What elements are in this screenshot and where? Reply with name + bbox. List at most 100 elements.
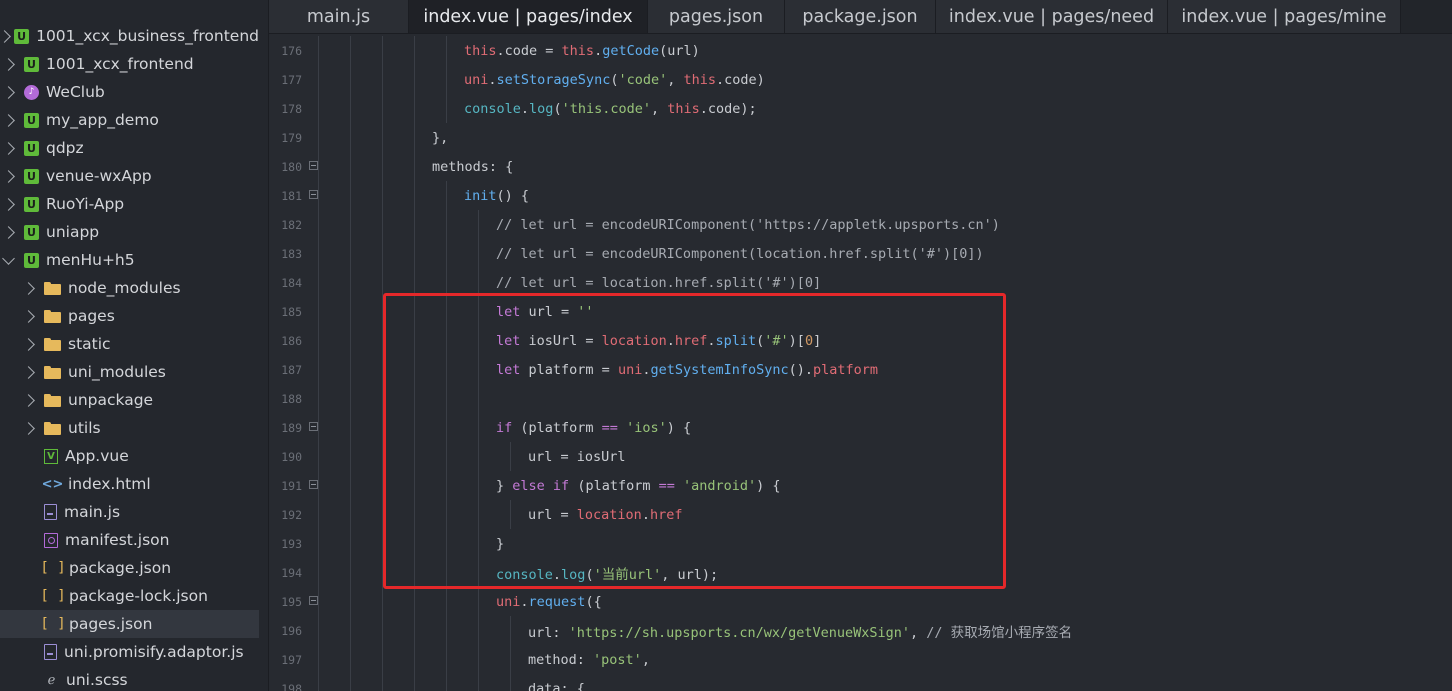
code-line[interactable]: 186 let iosUrl = location.href.split('#')… — [269, 326, 1452, 355]
indent-guide — [318, 500, 319, 529]
chevron-right-icon[interactable] — [20, 309, 36, 323]
tree-item[interactable]: venue-wxApp — [0, 162, 259, 190]
tree-item[interactable]: uni.promisify.adaptor.js — [0, 638, 259, 666]
code-token: getCode — [602, 42, 660, 59]
tab-pages-json[interactable]: pages.json — [648, 0, 785, 33]
chevron-right-icon[interactable] — [20, 421, 36, 435]
tree-item[interactable]: manifest.json — [0, 526, 259, 554]
code-token: platform = — [520, 361, 618, 378]
tree-item[interactable]: 1001_xcx_business_frontend — [0, 22, 259, 50]
tree-item-label: pages.json — [69, 615, 153, 633]
tree-item[interactable]: V App.vue — [0, 442, 259, 470]
tree-item[interactable]: unpackage — [0, 386, 259, 414]
chevron-right-icon[interactable] — [0, 225, 16, 239]
tree-item[interactable]: my_app_demo — [0, 106, 259, 134]
tree-item[interactable]: RuoYi-App — [0, 190, 259, 218]
code-line[interactable]: 194 console.log('当前url', url); — [269, 558, 1452, 587]
tree-item[interactable]: qdpz — [0, 134, 259, 162]
chevron-right-icon[interactable] — [0, 57, 16, 71]
code-line[interactable]: 191} else if (platform == 'android') { — [269, 471, 1452, 500]
code-line[interactable]: 198 data: { — [269, 674, 1452, 691]
chevron-right-icon[interactable] — [0, 85, 16, 99]
code-line[interactable]: 180 methods: { — [269, 152, 1452, 181]
chevron-right-icon[interactable] — [20, 393, 36, 407]
indent-guide — [414, 123, 415, 152]
tab-package-json[interactable]: package.json — [785, 0, 936, 33]
tree-item[interactable]: 1001_xcx_frontend — [0, 50, 259, 78]
chevron-right-icon[interactable] — [20, 337, 36, 351]
code-line[interactable]: 190 url = iosUrl — [269, 442, 1452, 471]
code-line[interactable]: 183 // let url = encodeURIComponent(locat… — [269, 239, 1452, 268]
tree-item[interactable]: [ ] pages.json — [0, 610, 259, 638]
code-line[interactable]: 179}, — [269, 123, 1452, 152]
tab-index-vue-pages-index[interactable]: index.vue | pages/index — [409, 0, 648, 33]
code-token: method: — [528, 651, 594, 668]
fold-toggle-icon[interactable] — [309, 422, 318, 431]
indent-guide — [478, 413, 479, 442]
tree-item[interactable]: <> index.html — [0, 470, 259, 498]
tree-item[interactable]: main.js — [0, 498, 259, 526]
tree-item[interactable]: ♪ WeClub — [0, 78, 259, 106]
code-editor[interactable]: 176 this.code = this.getCode(url) 177 uni.s… — [269, 34, 1452, 691]
code-line[interactable]: 178 console.log('this.code', this.code); — [269, 94, 1452, 123]
chevron-right-icon[interactable] — [0, 197, 16, 211]
code-token: iosUrl = — [520, 332, 602, 349]
code-line[interactable]: 195 uni.request({ — [269, 587, 1452, 616]
tree-item[interactable]: static — [0, 330, 259, 358]
tab-index-vue-pages-mine[interactable]: index.vue | pages/mine — [1168, 0, 1401, 33]
code-line[interactable]: 177 uni.setStorageSync('code', this.code) — [269, 65, 1452, 94]
tree-item[interactable]: [ ] package.json — [0, 554, 259, 582]
chevron-down-icon[interactable] — [0, 251, 16, 265]
code-line[interactable]: 187 let platform = uni.getSystemInfoSync(… — [269, 355, 1452, 384]
code-token: '当前url' — [593, 566, 662, 583]
code-line[interactable]: 181 init() { — [269, 181, 1452, 210]
code-line[interactable]: 185 let url = '' — [269, 297, 1452, 326]
chevron-right-icon[interactable] — [0, 169, 16, 183]
code-line[interactable]: 189 if (platform == 'ios') { — [269, 413, 1452, 442]
chevron-right-icon[interactable] — [20, 365, 36, 379]
code-token: this — [561, 42, 595, 59]
code-text: }, — [432, 130, 448, 146]
code-line[interactable]: 184 // let url = location.href.split('#')… — [269, 268, 1452, 297]
code-token: . — [666, 332, 675, 349]
code-token: url: — [528, 624, 569, 641]
indent-guide — [382, 36, 383, 65]
tree-item[interactable]: menHu+h5 — [0, 246, 259, 274]
indent-guide — [446, 36, 447, 65]
chevron-right-icon[interactable] — [0, 113, 16, 127]
code-token: 'code' — [618, 71, 668, 88]
fold-toggle-icon[interactable] — [309, 161, 318, 170]
line-number: 184 — [281, 275, 302, 290]
tree-item[interactable]: utils — [0, 414, 259, 442]
code-line[interactable]: 196 url: 'https://sh.upsports.cn/wx/getVe… — [269, 616, 1452, 645]
code-token: // let url = location.href.split('#')[0] — [496, 274, 822, 291]
code-token: else — [512, 477, 545, 494]
code-line[interactable]: 192 url = location.href — [269, 500, 1452, 529]
code-token: let — [496, 361, 521, 378]
sidebar-splitter[interactable] — [259, 0, 269, 691]
tree-item[interactable]: pages — [0, 302, 259, 330]
chevron-right-icon[interactable] — [0, 29, 12, 43]
chevron-right-icon[interactable] — [0, 141, 16, 155]
fold-toggle-icon[interactable] — [309, 480, 318, 489]
tree-item[interactable]: node_modules — [0, 274, 259, 302]
tab-index-vue-pages-need[interactable]: index.vue | pages/need — [936, 0, 1168, 33]
code-line[interactable]: 193} — [269, 529, 1452, 558]
chevron-right-icon[interactable] — [20, 281, 36, 295]
tab-main-js[interactable]: main.js — [269, 0, 409, 33]
tree-item[interactable]: uni_modules — [0, 358, 259, 386]
tree-item-label: pages — [68, 307, 115, 325]
fold-toggle-icon[interactable] — [309, 190, 318, 199]
code-line[interactable]: 197 method: 'post', — [269, 645, 1452, 674]
fold-toggle-icon[interactable] — [309, 596, 318, 605]
code-line[interactable]: 182 // let url = encodeURIComponent('http… — [269, 210, 1452, 239]
code-line[interactable]: 176 this.code = this.getCode(url) — [269, 36, 1452, 65]
tree-item[interactable]: [ ] package-lock.json — [0, 582, 259, 610]
code-line[interactable]: 188 — [269, 384, 1452, 413]
tree-item[interactable]: ℯ uni.scss — [0, 666, 259, 691]
indent-guide — [446, 384, 447, 413]
indent-guide — [318, 210, 319, 239]
tree-item[interactable]: uniapp — [0, 218, 259, 246]
indent-guide — [478, 210, 479, 239]
